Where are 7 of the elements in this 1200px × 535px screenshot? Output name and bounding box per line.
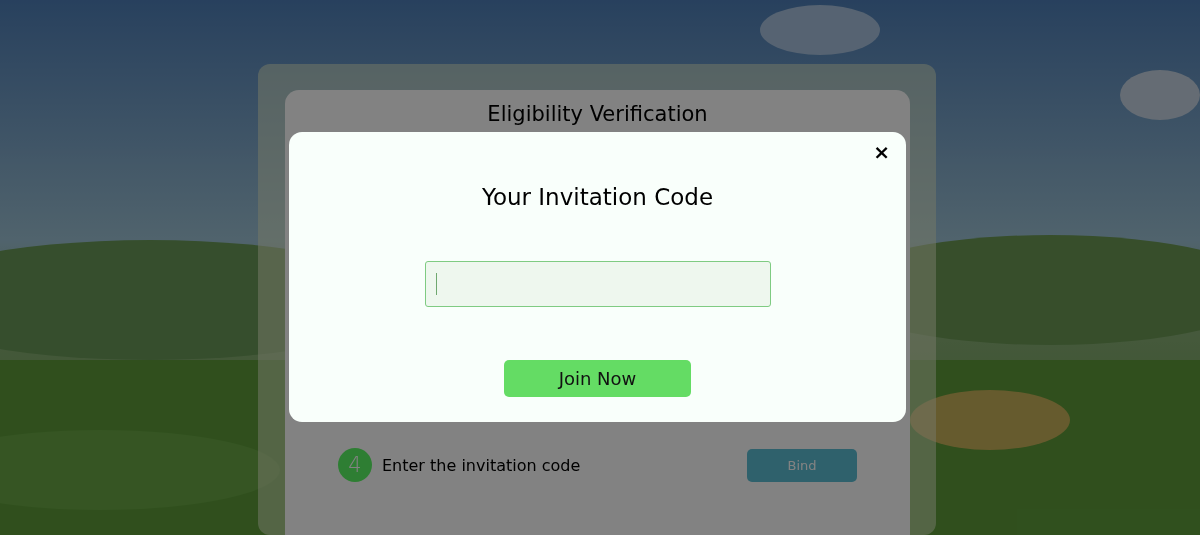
- step-label: Enter the invitation code: [382, 455, 582, 475]
- invitation-code-field[interactable]: [424, 261, 771, 307]
- close-button[interactable]: ×: [871, 142, 892, 162]
- step-number: 4: [338, 448, 372, 482]
- panel-title: Eligibility Verification: [486, 102, 709, 126]
- dialog-title: Your Invitation Code: [481, 184, 714, 210]
- join-now-button[interactable]: Join Now: [504, 360, 691, 397]
